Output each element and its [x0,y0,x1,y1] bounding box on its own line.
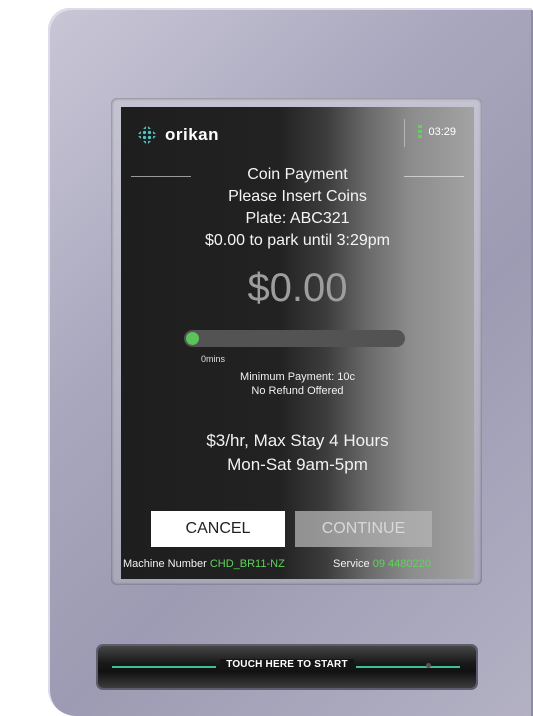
touch-start-bar[interactable]: TOUCH HERE TO START [98,646,476,688]
plate-number: Plate: ABC321 [245,210,350,227]
machine-info: Machine Number CHD_BR11-NZ [123,558,285,570]
machine-number: CHD_BR11-NZ [209,558,285,570]
clock: 03:29 [428,126,456,138]
time-progress-bar [184,330,405,347]
screw [426,663,431,668]
meter-screen: orikan 03:29 Coin Payment Please Insert … [121,107,474,579]
continue-button[interactable]: CONTINUE [295,511,432,547]
service-info: Service 09 4480220 [333,558,431,570]
refund-policy: No Refund Offered [251,385,344,397]
status-divider [404,119,406,147]
brand-logo: orikan [137,125,219,145]
orikan-logo-icon [137,125,157,145]
brand-name: orikan [165,125,220,144]
touch-label-text: TOUCH HERE TO START [220,659,354,670]
service-label: Service [333,558,370,570]
payment-title: Coin Payment [247,166,348,183]
touch-label: TOUCH HERE TO START [98,659,476,670]
cancel-button[interactable]: CANCEL [151,511,285,547]
progress-label: 0mins [201,354,226,364]
status-bar: 03:29 [404,119,456,147]
service-number: 09 4480220 [372,558,431,570]
battery-icon [418,125,423,139]
tariff-rate: $3/hr, Max Stay 4 Hours [206,431,389,450]
operating-hours: Mon-Sat 9am-5pm [227,455,368,474]
progress-indicator [186,332,199,345]
amount-display: $0.00 [247,266,348,310]
payment-instruction: Please Insert Coins [228,188,367,205]
machine-label: Machine Number [123,558,207,570]
minimum-payment: Minimum Payment: 10c [240,371,355,383]
parking-summary: $0.00 to park until 3:29pm [204,232,390,249]
